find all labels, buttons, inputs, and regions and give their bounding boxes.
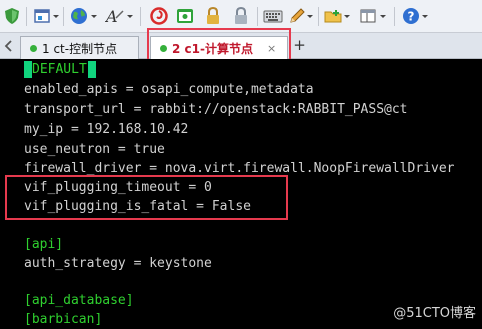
font-dropdown-arrow[interactable] [127,7,133,25]
toolbar-separator [318,7,319,26]
shield-icon[interactable] [3,7,21,25]
folder-dropdown-arrow[interactable] [344,7,350,25]
font-icon[interactable]: A [105,7,125,25]
terminal-line: DEFAULT [32,62,87,77]
keyboard-icon[interactable] [263,7,283,25]
tab-c1-compute-node[interactable]: 2 c1-计算节点 × [150,36,288,60]
toolbar-separator [394,7,395,26]
session-status-icon [160,45,167,52]
pencil-dropdown-arrow[interactable] [307,7,313,25]
help-icon[interactable]: ? [402,7,420,25]
terminal-line: [barbican] [24,312,103,327]
pencil-icon[interactable] [288,7,306,25]
toolbar: A ? [0,0,482,33]
layout-dropdown-arrow[interactable] [380,7,386,25]
window-icon[interactable] [33,7,51,25]
terminal-cursor-end [88,61,96,78]
terminal-output[interactable]: DEFAULT enabled_apis = osapi_compute,met… [0,59,482,329]
help-dropdown-arrow[interactable] [422,7,428,25]
terminal-line: use_neutron = true [24,142,165,157]
tab-scroll-left-icon[interactable] [3,39,15,53]
terminal-line: firewall_driver = nova.virt.firewall.Noo… [24,161,455,176]
svg-text:?: ? [408,10,415,24]
lock-icon[interactable] [233,7,249,25]
toolbar-separator [63,7,64,26]
terminal-line: my_ip = 192.168.10.42 [24,122,189,137]
terminal-icon[interactable] [176,7,194,25]
new-folder-icon[interactable] [324,7,342,25]
toolbar-separator [26,7,27,26]
tab-label: 2 c1-计算节点 [172,42,253,56]
toolbar-separator [140,7,141,26]
tab-label: 1 ct-控制节点 [42,41,118,56]
new-tab-button[interactable]: + [292,38,307,54]
terminal-line: transport_url = rabbit://openstack:RABBI… [24,102,408,117]
svg-text:A: A [105,7,118,25]
terminal-line: vif_plugging_timeout = 0 [24,180,212,195]
watermark: @51CTO博客 [393,306,476,321]
layout-icon[interactable] [359,7,377,25]
terminal-cursor-start [24,61,32,78]
terminal-line: [api] [24,237,64,252]
toolbar-separator [257,7,258,26]
terminal-line: enabled_apis = osapi_compute,metadata [24,82,314,97]
close-tab-icon[interactable]: × [267,42,276,55]
lock-icon[interactable] [205,7,221,25]
session-status-icon [30,44,37,52]
terminal-line: [api_database] [24,293,134,308]
globe-dropdown-arrow[interactable] [91,7,97,25]
window-dropdown-arrow[interactable] [53,7,59,25]
terminal-line: auth_strategy = keystone [24,256,212,271]
swirl-icon[interactable] [150,7,168,25]
terminal-line: vif_plugging_is_fatal = False [24,199,251,214]
tab-ct-control-node[interactable]: 1 ct-控制节点 [20,36,139,59]
session-tab-bar: 1 ct-控制节点 2 c1-计算节点 × + [0,33,482,60]
globe-icon[interactable] [70,7,88,25]
